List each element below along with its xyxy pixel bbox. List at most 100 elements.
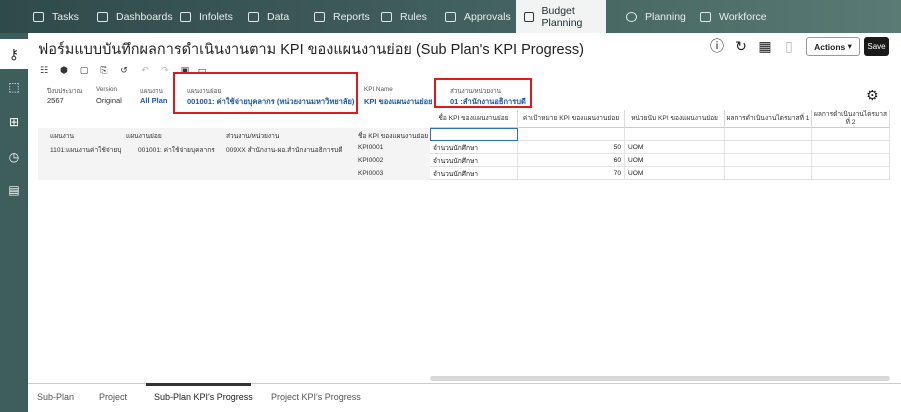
grid-cell[interactable]	[625, 128, 725, 141]
redo-icon[interactable]: ↷	[159, 64, 171, 76]
grid-cell[interactable]	[812, 128, 890, 141]
clock-icon[interactable]: ◷	[7, 150, 21, 164]
kpi-name-value[interactable]: KPI ของแผนงานย่อย	[364, 96, 432, 108]
column-header[interactable]: ค่าเป้าหมาย KPI ของแผนงานย่อย	[518, 110, 625, 128]
column-header[interactable]: ผลการดำเนินงานไตรมาสที่ 2	[812, 110, 890, 128]
row-header-label: แผนงานย่อย	[126, 133, 162, 140]
tab-planning[interactable]: Planning	[626, 0, 686, 33]
tab-budget-planning[interactable]: Budget Planning	[516, 0, 606, 33]
actions-label: Actions	[814, 41, 846, 52]
tab-tasks[interactable]: Tasks	[33, 0, 79, 33]
uom-cell[interactable]: UOM	[625, 167, 725, 180]
page-title: ฟอร์มแบบบันทึกผลการดำเนินงานตาม KPI ของแ…	[38, 42, 584, 58]
panel-icon[interactable]: ▯	[781, 38, 797, 54]
active-tab-indicator	[146, 383, 251, 386]
kpi-name-label: KPI Name	[364, 86, 393, 93]
tab-label: Approvals	[464, 10, 511, 23]
column-header[interactable]: ชื่อ KPI ของแผนงานย่อย	[430, 110, 518, 128]
q1-cell[interactable]	[725, 167, 812, 180]
q2-cell[interactable]	[812, 167, 890, 180]
q2-cell[interactable]	[812, 141, 890, 154]
target-cell[interactable]: 70	[518, 167, 625, 180]
planning-icon	[626, 11, 637, 22]
grid-cell[interactable]	[518, 128, 625, 141]
grid-cell[interactable]	[725, 128, 812, 141]
undo-icon[interactable]: ↶	[139, 64, 151, 76]
tab-sub-plan[interactable]: Sub-Plan	[37, 392, 74, 402]
info-icon[interactable]: ⓘ	[709, 38, 725, 54]
selected-cell[interactable]	[430, 128, 518, 141]
gear-icon[interactable]: ⚙	[866, 87, 879, 104]
report-icon[interactable]: ▤	[7, 183, 21, 197]
key-icon[interactable]: ⚷	[0, 39, 28, 69]
target-cell[interactable]: 50	[518, 141, 625, 154]
tab-rules[interactable]: Rules	[381, 0, 427, 33]
tab-label: Planning	[645, 10, 686, 23]
highlight-box-subplan	[173, 72, 358, 114]
filter-icon[interactable]: ☷	[38, 64, 50, 76]
top-navigation-bar: Tasks Dashboards Infolets Data Reports R…	[0, 0, 901, 33]
version-label: Version	[96, 86, 118, 93]
actions-button[interactable]: Actions ▾	[806, 37, 860, 56]
plan-cell: 1101:แผนงานค่าใช้จ่ายบุ	[50, 147, 122, 154]
bottom-tab-bar: Sub-Plan Project Sub-Plan KPI's Progress…	[28, 383, 901, 412]
rules-icon	[381, 11, 392, 22]
tasks-icon	[33, 11, 44, 22]
data-grid: แผนงาน แผนงานย่อย ส่วนงาน/หน่วยงาน ชื่อ …	[38, 110, 890, 381]
column-header[interactable]: หน่วยนับ KPI ของแผนงานย่อย	[625, 110, 725, 128]
plan-value[interactable]: All Plan	[140, 96, 168, 105]
tab-reports[interactable]: Reports	[314, 0, 370, 33]
kpi-code: KPI0001	[358, 144, 384, 151]
tab-label: Infolets	[199, 10, 233, 23]
uom-cell[interactable]: UOM	[625, 141, 725, 154]
row-header-label: แผนงาน	[50, 133, 75, 140]
tab-dashboards[interactable]: Dashboards	[97, 0, 173, 33]
tab-label: Data	[267, 10, 290, 23]
refresh-icon[interactable]: ↻	[733, 38, 749, 54]
tab-label: Tasks	[52, 10, 79, 23]
tab-label: Budget Planning	[541, 4, 583, 29]
tab-approvals[interactable]: Approvals	[445, 0, 511, 33]
uom-cell[interactable]: UOM	[625, 154, 725, 167]
year-label: ปีงบประมาณ	[47, 88, 83, 95]
approvals-icon	[445, 11, 456, 22]
form-view-icon[interactable]: ▦	[757, 38, 773, 54]
kpi-code: KPI0003	[358, 170, 384, 177]
tab-infolets[interactable]: Infolets	[180, 0, 233, 33]
tab-data[interactable]: Data	[248, 0, 289, 33]
dashboards-icon	[97, 11, 108, 22]
tab-project[interactable]: Project	[99, 392, 127, 402]
caret-down-icon: ▾	[847, 41, 852, 51]
workforce-icon	[700, 11, 711, 22]
kpi-name-cell[interactable]: จำนวนนักศึกษา	[430, 154, 518, 167]
q2-cell[interactable]	[812, 154, 890, 167]
q1-cell[interactable]	[725, 154, 812, 167]
tab-label: Workforce	[719, 10, 767, 23]
year-value[interactable]: 2567	[47, 96, 64, 105]
attachment-icon[interactable]: ⎘	[98, 64, 110, 76]
kpi-code: KPI0002	[358, 157, 384, 164]
row-header-label: ชื่อ KPI ของแผนงานย่อย	[358, 133, 429, 140]
horizontal-scrollbar[interactable]	[430, 376, 890, 381]
kpi-name-cell[interactable]: จำนวนนักศึกษา	[430, 141, 518, 154]
budget-planning-icon	[524, 11, 534, 22]
q1-cell[interactable]	[725, 141, 812, 154]
data-icon	[248, 11, 259, 22]
history-icon[interactable]: ↺	[118, 64, 130, 76]
version-value[interactable]: Original	[96, 96, 122, 105]
chart-plus-icon[interactable]: ⬚	[7, 80, 21, 94]
kpi-name-cell[interactable]: จำนวนนักศึกษา	[430, 167, 518, 180]
tab-label: Reports	[333, 10, 370, 23]
column-header[interactable]: ผลการดำเนินงานไตรมาสที่ 1	[725, 110, 812, 128]
comment-icon[interactable]: ▢	[78, 64, 90, 76]
target-cell[interactable]: 60	[518, 154, 625, 167]
subplan-cell: 001001: ค่าใช้จ่ายบุคลากร	[138, 147, 215, 154]
tab-workforce[interactable]: Workforce	[700, 0, 767, 33]
grid-plus-icon[interactable]: ⊞	[7, 115, 21, 129]
cube-icon[interactable]: ⬢	[58, 64, 70, 76]
plan-label: แผนงาน	[140, 88, 163, 95]
tab-project-kpi-progress[interactable]: Project KPI's Progress	[271, 392, 361, 402]
tab-label: Dashboards	[116, 10, 173, 23]
tab-sub-plan-kpi-progress[interactable]: Sub-Plan KPI's Progress	[154, 392, 253, 402]
save-button[interactable]: Save	[864, 37, 889, 56]
